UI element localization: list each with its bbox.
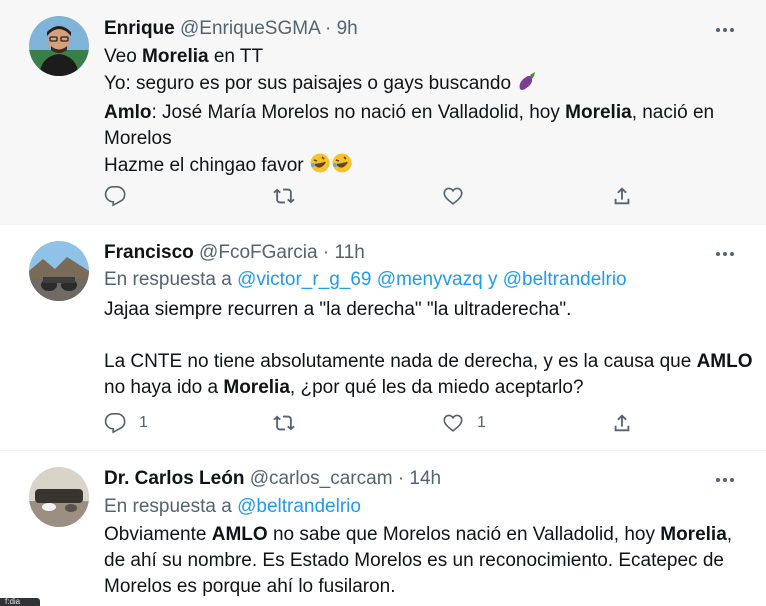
- mention-link[interactable]: @victor_r_g_69: [237, 269, 371, 290]
- tweet-francisco[interactable]: Francisco @FcoFGarcia · 11h En respuesta…: [0, 225, 766, 450]
- tweet-text: Veo Morelia en TT Yo: seguro es por sus …: [104, 44, 714, 182]
- author-name[interactable]: Francisco: [104, 242, 194, 263]
- rolling-laughing-emoji: [331, 152, 353, 182]
- mention-link[interactable]: @beltrandelrio: [237, 496, 361, 517]
- tooltip-stub: f:dia: [0, 597, 40, 606]
- share-icon: [614, 187, 630, 205]
- share-button[interactable]: [611, 409, 633, 437]
- share-button[interactable]: [611, 182, 633, 210]
- more-options-button[interactable]: [713, 242, 737, 266]
- retweet-icon: [273, 188, 295, 204]
- more-icon: [716, 478, 720, 482]
- reply-count: 1: [139, 414, 148, 431]
- mention-link[interactable]: @beltrandelrio: [503, 269, 627, 290]
- author-name[interactable]: Dr. Carlos León: [104, 468, 244, 489]
- reply-button[interactable]: 1: [104, 409, 148, 437]
- tweet-actions: 1 1: [104, 409, 644, 437]
- separator-dot: ·: [397, 468, 405, 489]
- like-button[interactable]: [442, 182, 464, 210]
- timestamp[interactable]: 9h: [337, 18, 358, 39]
- tweet-feed: Enrique @EnriqueSGMA · 9h Veo Morelia en…: [0, 0, 766, 606]
- reply-context: En respuesta a @beltrandelrio: [104, 496, 361, 517]
- separator-dot: ·: [322, 242, 330, 263]
- like-icon: [443, 414, 463, 432]
- reply-context: En respuesta a @victor_r_g_69 @menyvazq …: [104, 269, 627, 290]
- avatar-carlos[interactable]: [29, 467, 89, 527]
- tweet-carlos[interactable]: Dr. Carlos León @carlos_carcam · 14h En …: [0, 451, 766, 606]
- more-icon: [716, 252, 720, 256]
- eggplant-emoji: [516, 70, 538, 100]
- reply-icon: [104, 413, 126, 434]
- retweet-button[interactable]: [273, 409, 295, 437]
- timestamp[interactable]: 14h: [409, 468, 441, 489]
- rolling-laughing-emoji: [309, 152, 331, 182]
- author-handle[interactable]: @FcoFGarcia: [199, 242, 318, 263]
- tweet-text: Obviamente AMLO no sabe que Morelos naci…: [104, 524, 733, 597]
- retweet-button[interactable]: [273, 182, 295, 210]
- reply-icon: [104, 186, 126, 207]
- like-icon: [443, 187, 463, 205]
- avatar-francisco[interactable]: [29, 241, 89, 301]
- reply-button[interactable]: [104, 182, 126, 210]
- like-button[interactable]: 1: [442, 409, 486, 437]
- avatar-enrique[interactable]: [29, 16, 89, 76]
- mention-link[interactable]: @menyvazq: [377, 269, 483, 290]
- author-handle[interactable]: @EnriqueSGMA: [180, 18, 320, 39]
- more-options-button[interactable]: [713, 468, 737, 492]
- retweet-icon: [273, 415, 295, 431]
- timestamp[interactable]: 11h: [334, 242, 364, 263]
- more-icon: [716, 28, 720, 32]
- author-name[interactable]: Enrique: [104, 18, 175, 39]
- separator-dot: ·: [324, 18, 332, 39]
- more-options-button[interactable]: [713, 18, 737, 42]
- tweet-actions: [104, 182, 644, 210]
- like-count: 1: [477, 414, 486, 431]
- tweet-text: Jajaa siempre recurren a "la derecha" "l…: [104, 299, 753, 398]
- share-icon: [614, 414, 630, 432]
- author-handle[interactable]: @carlos_carcam: [250, 468, 393, 489]
- tweet-enrique[interactable]: Enrique @EnriqueSGMA · 9h Veo Morelia en…: [0, 0, 766, 224]
